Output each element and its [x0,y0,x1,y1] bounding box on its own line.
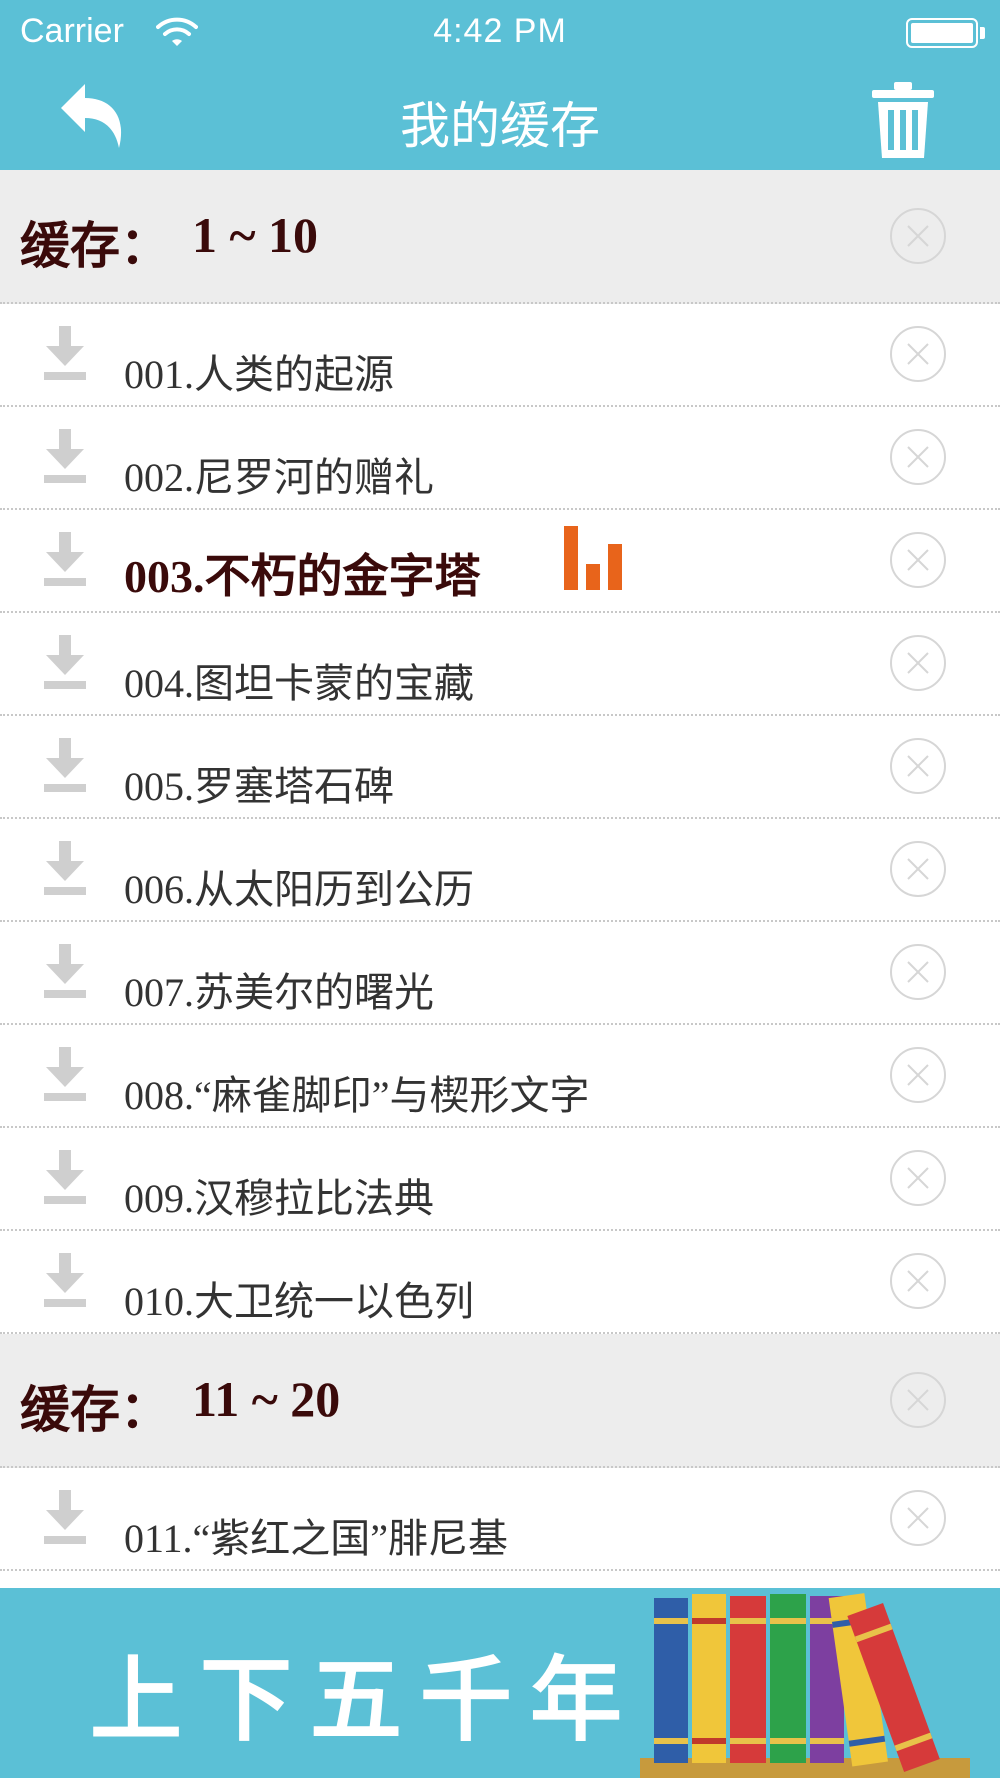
battery-icon [906,18,978,48]
page-title: 我的缓存 [400,97,600,155]
list-item[interactable]: 010.大卫统一以色列 [0,1231,1000,1334]
item-title: 003.不朽的金字塔 [124,551,481,602]
playing-indicator-icon [564,526,622,590]
close-icon [907,1389,929,1411]
section-header: 缓存： 1 ~ 10 [0,170,1000,304]
item-title: 001.人类的起源 [124,352,394,397]
list-item[interactable]: 004.图坦卡蒙的宝藏 [0,613,1000,716]
list-item[interactable]: 002.尼罗河的赠礼 [0,407,1000,510]
download-icon [44,635,86,689]
books-icon [640,1593,970,1778]
item-title: 005.罗塞塔石碑 [124,764,394,809]
close-icon [907,225,929,247]
section-label: 缓存： [20,216,170,275]
item-title: 004.图坦卡蒙的宝藏 [124,661,474,706]
close-icon [907,343,929,365]
close-icon [907,1270,929,1292]
trash-button[interactable] [870,80,936,160]
delete-item-button[interactable] [890,326,946,382]
download-list[interactable]: 缓存： 1 ~ 10 001.人类的起源 002.尼罗河的赠礼 003.不朽的金… [0,170,1000,1588]
download-icon [44,1047,86,1101]
close-icon [907,858,929,880]
download-icon [44,532,86,586]
item-title: 002.尼罗河的赠礼 [124,455,434,500]
item-title: 010.大卫统一以色列 [124,1279,474,1324]
item-title: 008.“麻雀脚印”与楔形文字 [124,1073,590,1118]
item-title: 006.从太阳历到公历 [124,867,474,912]
list-item-active[interactable]: 003.不朽的金字塔 [0,510,1000,613]
close-icon [907,1064,929,1086]
download-icon [44,1253,86,1307]
item-title: 009.汉穆拉比法典 [124,1176,434,1221]
download-icon [44,1490,86,1544]
close-icon [907,446,929,468]
section-label: 缓存： [20,1380,170,1439]
close-icon [907,1507,929,1529]
delete-item-button[interactable] [890,429,946,485]
delete-item-button[interactable] [890,841,946,897]
status-bar: Carrier 4:42 PM [0,0,1000,70]
list-item[interactable]: 007.苏美尔的曙光 [0,922,1000,1025]
delete-item-button[interactable] [890,532,946,588]
delete-section-button[interactable] [890,208,946,264]
delete-item-button[interactable] [890,635,946,691]
download-icon [44,429,86,483]
navigation-bar: Carrier 4:42 PM 我的缓存 [0,0,1000,170]
close-icon [907,652,929,674]
delete-item-button[interactable] [890,1150,946,1206]
bottom-banner: 上下五千年 [0,1588,1000,1778]
section-range: 11 ~ 20 [192,1371,341,1427]
download-icon [44,326,86,380]
close-icon [907,549,929,571]
battery-cap [980,27,985,39]
delete-section-button[interactable] [890,1372,946,1428]
close-icon [907,755,929,777]
delete-item-button[interactable] [890,1490,946,1546]
close-icon [907,1167,929,1189]
banner-title: 上下五千年 [90,1647,641,1754]
delete-item-button[interactable] [890,738,946,794]
list-item[interactable]: 009.汉穆拉比法典 [0,1128,1000,1231]
status-time: 4:42 PM [433,12,567,50]
delete-item-button[interactable] [890,1253,946,1309]
download-icon [44,841,86,895]
item-title: 007.苏美尔的曙光 [124,970,434,1015]
trash-icon [872,82,934,158]
list-item[interactable]: 001.人类的起源 [0,304,1000,407]
list-item[interactable]: 006.从太阳历到公历 [0,819,1000,922]
delete-item-button[interactable] [890,944,946,1000]
download-icon [44,944,86,998]
download-icon [44,738,86,792]
close-icon [907,961,929,983]
item-title: 011.“紫红之国”腓尼基 [124,1516,509,1561]
download-icon [44,1150,86,1204]
section-range: 1 ~ 10 [192,207,319,263]
delete-item-button[interactable] [890,1047,946,1103]
list-item[interactable]: 008.“麻雀脚印”与楔形文字 [0,1025,1000,1128]
list-item[interactable]: 011.“紫红之国”腓尼基 [0,1468,1000,1571]
list-item[interactable]: 005.罗塞塔石碑 [0,716,1000,819]
section-header: 缓存： 11 ~ 20 [0,1334,1000,1468]
